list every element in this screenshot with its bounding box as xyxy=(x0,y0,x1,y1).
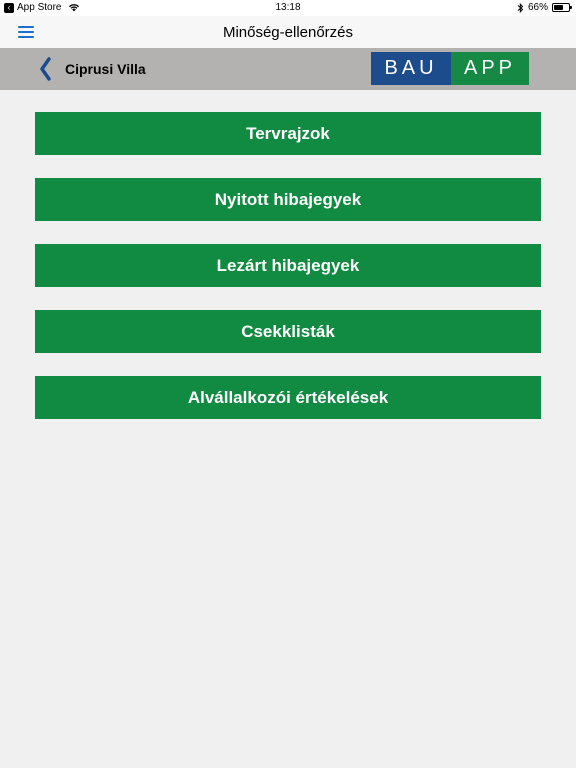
battery-percent: 66% xyxy=(527,2,548,13)
status-bar: ‹ App Store 13:18 66% xyxy=(0,0,576,16)
project-title: Ciprusi Villa xyxy=(65,61,146,77)
menu-button-nyitott-hibajegyek[interactable]: Nyitott hibajegyek xyxy=(35,178,541,221)
back-chevron-icon[interactable] xyxy=(38,57,52,81)
bauapp-logo: BAU APP xyxy=(371,52,529,85)
logo-bau: BAU xyxy=(371,52,451,85)
battery-icon xyxy=(552,3,572,12)
battery-fill xyxy=(554,5,564,10)
menu-button-csekklistak[interactable]: Csekklisták xyxy=(35,310,541,353)
status-right: 66% xyxy=(517,2,572,13)
logo-app: APP xyxy=(451,52,529,85)
page-title: Minőség-ellenőrzés xyxy=(222,24,354,41)
nav-bar: Minőség-ellenőrzés xyxy=(0,16,576,48)
status-time: 13:18 xyxy=(275,2,301,13)
bluetooth-icon xyxy=(517,2,524,13)
menu-list: Tervrajzok Nyitott hibajegyek Lezárt hib… xyxy=(35,112,541,442)
menu-button-alvallalkozoi-ertekelesek[interactable]: Alvállalkozói értékelések xyxy=(35,376,541,419)
menu-button-lezart-hibajegyek[interactable]: Lezárt hibajegyek xyxy=(35,244,541,287)
menu-button-tervrajzok[interactable]: Tervrajzok xyxy=(35,112,541,155)
